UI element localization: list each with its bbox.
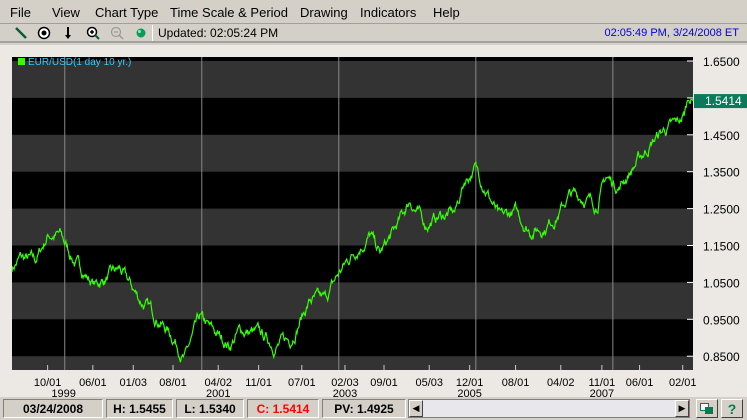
y-tick-label: 1.6500	[703, 55, 740, 69]
menu-file[interactable]: File	[10, 5, 31, 20]
x-tick-label: 09/01	[370, 377, 398, 389]
menu-indicators[interactable]: Indicators	[360, 5, 416, 20]
x-year-label: 1999	[51, 388, 75, 397]
crosshair-icon[interactable]	[36, 25, 52, 41]
y-tick-label: 1.1500	[703, 240, 740, 254]
x-tick-label: 02/01	[669, 377, 697, 389]
current-clock: 02:05:49 PM, 3/24/2008 ET	[604, 27, 739, 39]
scroll-right-button[interactable]: ▶	[675, 400, 689, 417]
status-high: H: 1.5455	[106, 399, 173, 418]
x-tick-label: 11/01	[245, 377, 272, 389]
help-icon[interactable]: ?	[721, 399, 743, 418]
status-bar: 03/24/2008 H: 1.5455 L: 1.5340 C: 1.5414…	[0, 398, 747, 420]
y-tick-label: 1.4500	[703, 129, 740, 143]
x-tick-label: 08/01	[502, 377, 530, 389]
grid-band	[12, 356, 693, 370]
arrow-down-icon[interactable]	[60, 25, 76, 41]
legend-label: EUR/USD(1 day 10 yr.)	[28, 57, 131, 68]
zoom-out-icon[interactable]	[109, 25, 125, 41]
toolbar-separator	[152, 25, 153, 41]
chart-area[interactable]: 10/01 1999 06/01 01/03 08/01 04/02 2001 11/01 07…	[0, 45, 747, 397]
x-tick-label: 08/01	[159, 377, 187, 389]
grid-band	[12, 208, 693, 246]
horizontal-scrollbar[interactable]: ◀ ▶	[408, 399, 690, 418]
menu-drawing[interactable]: Drawing	[300, 5, 348, 20]
x-year-label: 2005	[457, 388, 481, 397]
x-tick-label: 06/01	[79, 377, 107, 389]
y-tick-label: 1.0500	[703, 276, 740, 290]
status-date: 03/24/2008	[3, 399, 103, 418]
menu-help[interactable]: Help	[433, 5, 460, 20]
y-tick-label: 1.2500	[703, 203, 740, 217]
x-tick-label: 05/03	[415, 377, 443, 389]
x-tick-label: 04/02	[547, 377, 575, 389]
zoom-in-icon[interactable]	[85, 25, 101, 41]
y-tick-label: 1.3500	[703, 166, 740, 180]
x-year-label: 2007	[590, 388, 614, 397]
x-year-label: 2001	[206, 388, 230, 397]
grid-band	[12, 134, 693, 172]
menu-time-scale[interactable]: Time Scale & Period	[170, 5, 288, 20]
status-pv: PV: 1.4925	[322, 399, 406, 418]
y-tick-label: 0.8500	[703, 350, 740, 364]
line-tool-icon[interactable]	[13, 25, 29, 41]
y-tick-label: 0.9500	[703, 313, 740, 327]
menu-view[interactable]: View	[52, 5, 80, 20]
menu-chart-type[interactable]: Chart Type	[95, 5, 158, 20]
updated-time: Updated: 02:05:24 PM	[158, 26, 279, 40]
window-layout-icon[interactable]	[696, 399, 718, 418]
menu-bar: File View Chart Type Time Scale & Period…	[0, 0, 747, 24]
price-chart[interactable]: 10/01199906/01 01/03 08/01 04/02200111/01 07…	[0, 45, 747, 397]
x-tick-label: 06/01	[626, 377, 654, 389]
x-year-label: 2003	[333, 388, 357, 397]
grid-band	[12, 282, 693, 320]
status-light-icon	[133, 25, 149, 41]
status-close: C: 1.5414	[247, 399, 319, 418]
scroll-left-button[interactable]: ◀	[409, 400, 423, 417]
toolbar: Updated: 02:05:24 PM 02:05:49 PM, 3/24/2…	[0, 24, 747, 43]
x-tick-label: 07/01	[288, 377, 316, 389]
legend-swatch	[18, 58, 25, 65]
status-low: L: 1.5340	[176, 399, 244, 418]
x-tick-label: 01/03	[119, 377, 147, 389]
last-value-label: 1.5414	[705, 94, 742, 108]
